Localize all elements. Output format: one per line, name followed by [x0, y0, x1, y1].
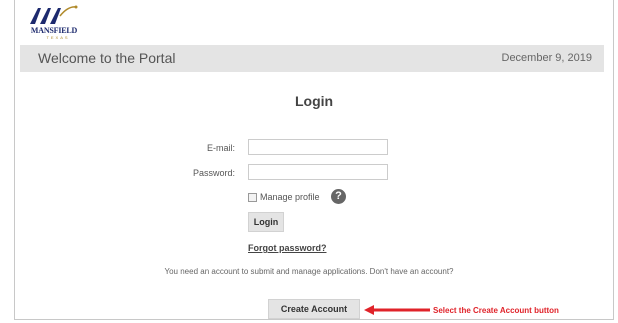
email-field[interactable]: [248, 139, 388, 155]
header-bar: Welcome to the Portal December 9, 2019: [20, 45, 604, 72]
password-label: Password:: [192, 168, 235, 178]
date-label: December 9, 2019: [501, 52, 593, 64]
manage-profile-checkbox[interactable]: [248, 193, 257, 202]
email-label: E-mail:: [206, 143, 235, 153]
logo-text: MANSFIELD: [30, 26, 78, 35]
help-icon[interactable]: ?: [331, 189, 346, 204]
page-title: Welcome to the Portal: [38, 50, 176, 66]
manage-profile-label: Manage profile: [260, 192, 320, 202]
forgot-password-link[interactable]: Forgot password?: [248, 243, 327, 253]
logo-subtext: TEXAS: [46, 35, 70, 40]
login-heading: Login: [295, 93, 334, 109]
create-account-button[interactable]: Create Account: [268, 299, 360, 319]
mansfield-logo-icon: MANSFIELD TEXAS: [24, 4, 84, 40]
instruction-callout: Select the Create Account button: [433, 306, 559, 315]
account-info-text: You need an account to submit and manage…: [164, 267, 454, 276]
password-field[interactable]: [248, 164, 388, 180]
red-arrow-icon: [364, 305, 430, 315]
logo-swoosh-icon: [30, 5, 78, 24]
login-button[interactable]: Login: [248, 212, 284, 232]
